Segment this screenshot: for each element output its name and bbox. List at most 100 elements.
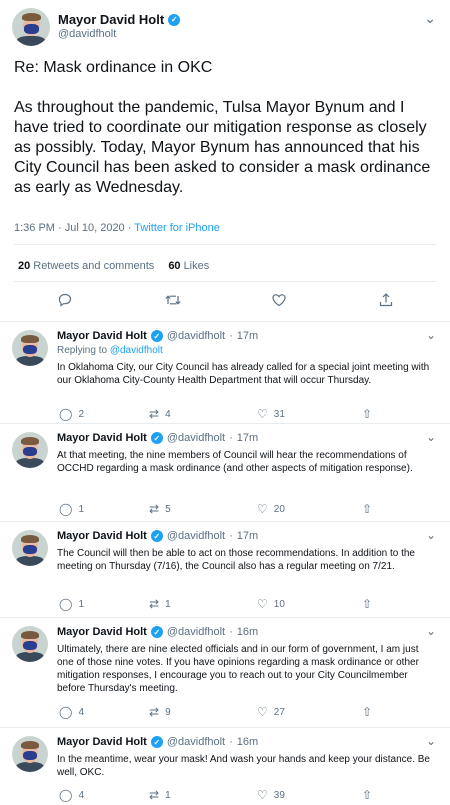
- author-name[interactable]: Mayor David Holt: [57, 432, 147, 444]
- retweet-icon: ⇄: [149, 502, 160, 516]
- avatar[interactable]: [12, 330, 48, 366]
- divider: [14, 244, 436, 245]
- comment-icon: ◯: [59, 705, 73, 719]
- heart-icon: ♡: [257, 597, 268, 611]
- share-icon: ⇧: [362, 597, 373, 611]
- avatar[interactable]: [12, 626, 48, 662]
- comment-count: 2: [78, 408, 84, 420]
- likes-stat[interactable]: 60 Likes: [168, 260, 209, 272]
- comment-button[interactable]: ◯ 1: [59, 503, 84, 515]
- verified-badge-icon: ✓: [168, 13, 181, 26]
- share-icon: ⇧: [362, 788, 373, 802]
- like-button[interactable]: ♡ 27: [257, 706, 285, 718]
- comment-count: 4: [78, 789, 84, 801]
- avatar[interactable]: [12, 432, 48, 468]
- chevron-down-icon[interactable]: ⌄: [424, 10, 436, 27]
- chevron-down-icon[interactable]: ⌄: [426, 430, 436, 444]
- reply-header: Mayor David Holt ✓ @davidfholt · 16m: [57, 736, 259, 748]
- tweet-actions: [0, 292, 450, 312]
- author-handle[interactable]: @davidfholt: [58, 28, 116, 40]
- comment-button[interactable]: ◯ 1: [59, 598, 84, 610]
- avatar[interactable]: [12, 8, 50, 46]
- reply-time[interactable]: 17m: [237, 530, 258, 542]
- comment-icon: ◯: [59, 597, 73, 611]
- reply-time[interactable]: 17m: [237, 330, 258, 342]
- share-button[interactable]: ⇧: [362, 408, 372, 420]
- share-icon[interactable]: [378, 292, 394, 310]
- like-button[interactable]: ♡ 31: [257, 408, 285, 420]
- reply-text: The Council will then be able to act on …: [57, 548, 415, 572]
- author-handle[interactable]: @davidfholt: [167, 330, 225, 342]
- reply-time[interactable]: 16m: [237, 736, 258, 748]
- comment-button[interactable]: ◯ 2: [59, 408, 84, 420]
- chevron-down-icon[interactable]: ⌄: [426, 528, 436, 542]
- comment-button[interactable]: ◯ 4: [59, 789, 84, 801]
- like-button[interactable]: ♡ 10: [257, 598, 285, 610]
- reply-tweet[interactable]: Mayor David Holt ✓ @davidfholt · 17m ⌄ A…: [0, 424, 450, 522]
- verified-badge-icon: ✓: [150, 736, 163, 748]
- share-button[interactable]: ⇧: [362, 598, 372, 610]
- retweets-stat[interactable]: 20 Retweets and comments: [18, 260, 154, 272]
- retweet-icon: ⇄: [149, 407, 160, 421]
- retweet-count: 9: [165, 706, 171, 718]
- retweet-button[interactable]: ⇄ 5: [149, 503, 171, 515]
- author-name[interactable]: Mayor David Holt: [58, 12, 164, 27]
- reply-text: In the meantime, wear your mask! And was…: [57, 754, 430, 778]
- retweet-button[interactable]: ⇄ 9: [149, 706, 171, 718]
- replying-to-handle[interactable]: @davidfholt: [110, 345, 163, 356]
- reply-time[interactable]: 17m: [237, 432, 258, 444]
- author-name[interactable]: Mayor David Holt: [57, 530, 147, 542]
- chevron-down-icon[interactable]: ⌄: [426, 328, 436, 342]
- comment-icon: ◯: [59, 788, 73, 802]
- retweet-icon[interactable]: [164, 292, 182, 310]
- comment-button[interactable]: ◯ 4: [59, 706, 84, 718]
- reply-header: Mayor David Holt ✓ @davidfholt · 17m: [57, 432, 259, 444]
- reply-time[interactable]: 16m: [237, 626, 258, 638]
- reply-tweet[interactable]: Mayor David Holt ✓ @davidfholt · 16m ⌄ U…: [0, 618, 450, 728]
- reply-tweet[interactable]: Mayor David Holt ✓ @davidfholt · 17m ⌄ T…: [0, 522, 450, 618]
- reply-text: In Oklahoma City, our City Council has a…: [57, 362, 430, 386]
- like-button[interactable]: ♡ 39: [257, 789, 285, 801]
- retweet-count: 4: [165, 408, 171, 420]
- share-icon: ⇧: [362, 407, 373, 421]
- share-button[interactable]: ⇧: [362, 503, 372, 515]
- tweet-timestamp[interactable]: 1:36 PM · Jul 10, 2020 ·: [14, 222, 134, 234]
- comment-icon[interactable]: [57, 292, 73, 310]
- verified-badge-icon: ✓: [150, 626, 163, 638]
- reply-text: At that meeting, the nine members of Cou…: [57, 450, 413, 474]
- share-button[interactable]: ⇧: [362, 706, 372, 718]
- author-name-row[interactable]: Mayor David Holt ✓: [58, 12, 181, 27]
- retweet-button[interactable]: ⇄ 1: [149, 598, 171, 610]
- tweet-source[interactable]: Twitter for iPhone: [134, 222, 220, 234]
- replying-to: Replying to @davidfholt: [57, 345, 163, 356]
- avatar[interactable]: [12, 736, 48, 772]
- like-count: 31: [273, 408, 285, 420]
- chevron-down-icon[interactable]: ⌄: [426, 624, 436, 638]
- author-name[interactable]: Mayor David Holt: [57, 626, 147, 638]
- tweet-text: Re: Mask ordinance in OKC As throughout …: [14, 59, 431, 196]
- divider: [14, 281, 436, 282]
- like-count: 39: [273, 789, 285, 801]
- comment-icon: ◯: [59, 407, 73, 421]
- retweet-button[interactable]: ⇄ 4: [149, 408, 171, 420]
- like-button[interactable]: ♡ 20: [257, 503, 285, 515]
- author-handle[interactable]: @davidfholt: [167, 736, 225, 748]
- share-icon: ⇧: [362, 705, 373, 719]
- author-name[interactable]: Mayor David Holt: [57, 736, 147, 748]
- author-handle[interactable]: @davidfholt: [167, 530, 225, 542]
- reply-tweet[interactable]: Mayor David Holt ✓ @davidfholt · 16m ⌄ I…: [0, 728, 450, 805]
- avatar[interactable]: [12, 530, 48, 566]
- author-name[interactable]: Mayor David Holt: [57, 330, 147, 342]
- share-button[interactable]: ⇧: [362, 789, 372, 801]
- author-handle[interactable]: @davidfholt: [167, 626, 225, 638]
- heart-icon[interactable]: [271, 292, 287, 310]
- like-count: 10: [273, 598, 285, 610]
- retweet-icon: ⇄: [149, 788, 160, 802]
- chevron-down-icon[interactable]: ⌄: [426, 734, 436, 748]
- reply-tweet[interactable]: Mayor David Holt ✓ @davidfholt · 17m ⌄ R…: [0, 322, 450, 424]
- retweet-button[interactable]: ⇄ 1: [149, 789, 171, 801]
- verified-badge-icon: ✓: [150, 432, 163, 444]
- reply-actions: ◯ 2 ⇄ 4 ♡ 31 ⇧: [57, 408, 437, 422]
- author-handle[interactable]: @davidfholt: [167, 432, 225, 444]
- comment-count: 1: [78, 598, 84, 610]
